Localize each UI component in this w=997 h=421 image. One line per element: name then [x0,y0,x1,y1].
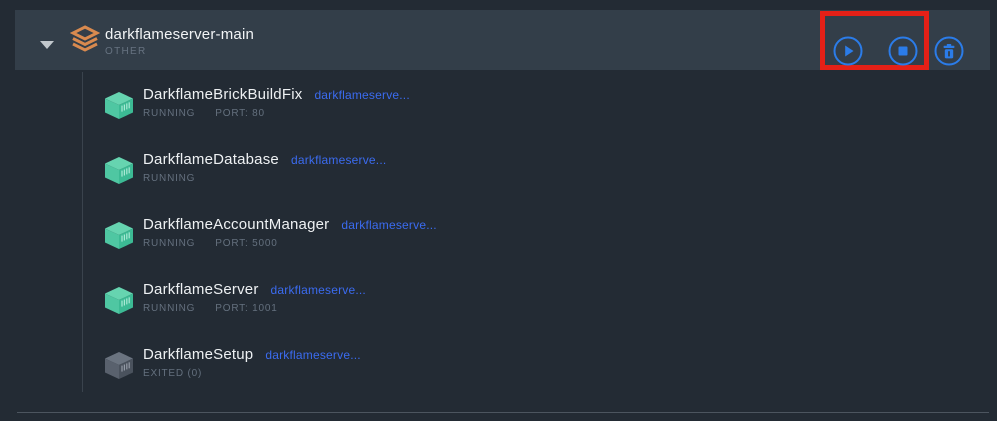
container-image-link[interactable]: darkflameserve... [291,153,386,167]
container-cube-icon [105,157,133,184]
port-text: PORT: 80 [215,108,265,119]
trash-icon [934,36,964,66]
container-status-line: RUNNING PORT: 5000 [143,238,437,249]
container-cube-icon [105,222,133,249]
port-text: PORT: 1001 [215,303,277,314]
status-text: RUNNING [143,303,195,314]
container-row-darkflamedatabase[interactable]: DarkflameDatabase darkflameserve... RUNNI… [105,151,437,216]
container-image-link[interactable]: darkflameserve... [271,283,366,297]
container-status-line: RUNNING [143,173,386,184]
container-status-line: RUNNING PORT: 80 [143,108,410,119]
project-titles: darkflameserver-main OTHER [105,25,254,57]
status-text: RUNNING [143,238,195,249]
play-icon [833,36,863,66]
container-image-link[interactable]: darkflameserve... [265,348,360,362]
status-text: EXITED (0) [143,368,202,379]
container-name: DarkflameServer [143,281,259,298]
port-text: PORT: 5000 [215,238,277,249]
container-image-link[interactable]: darkflameserve... [341,218,436,232]
container-status-line: EXITED (0) [143,368,361,379]
container-name: DarkflameSetup [143,346,253,363]
container-cube-icon [105,92,133,119]
stop-button[interactable] [888,36,918,66]
project-category-label: OTHER [105,46,254,57]
delete-button[interactable] [934,36,964,66]
container-name: DarkflameBrickBuildFix [143,86,302,103]
status-text: RUNNING [143,173,195,184]
project-title: darkflameserver-main [105,25,254,44]
tree-guide-line [82,72,83,392]
container-row-darkflameserver[interactable]: DarkflameServer darkflameserve... RUNNING… [105,281,437,346]
project-header: darkflameserver-main OTHER [15,10,990,70]
container-cube-icon [105,287,133,314]
status-text: RUNNING [143,108,195,119]
bottom-separator [17,412,989,413]
container-name: DarkflameDatabase [143,151,279,168]
container-row-darkflameaccountmanager[interactable]: DarkflameAccountManager darkflameserve...… [105,216,437,281]
collapse-chevron-down-icon[interactable] [40,41,54,49]
container-name: DarkflameAccountManager [143,216,329,233]
layers-stack-icon [70,24,100,54]
stop-icon [888,36,918,66]
start-button[interactable] [833,36,863,66]
container-row-darkflamesetup[interactable]: DarkflameSetup darkflameserve... EXITED (… [105,346,437,411]
container-row-darkflamebrickbuildfix[interactable]: DarkflameBrickBuildFixdarkflameserve... … [105,86,437,151]
container-list: DarkflameBrickBuildFixdarkflameserve... … [105,86,437,411]
container-status-line: RUNNING PORT: 1001 [143,303,366,314]
container-image-link[interactable]: darkflameserve... [314,88,409,102]
container-cube-icon [105,352,133,379]
